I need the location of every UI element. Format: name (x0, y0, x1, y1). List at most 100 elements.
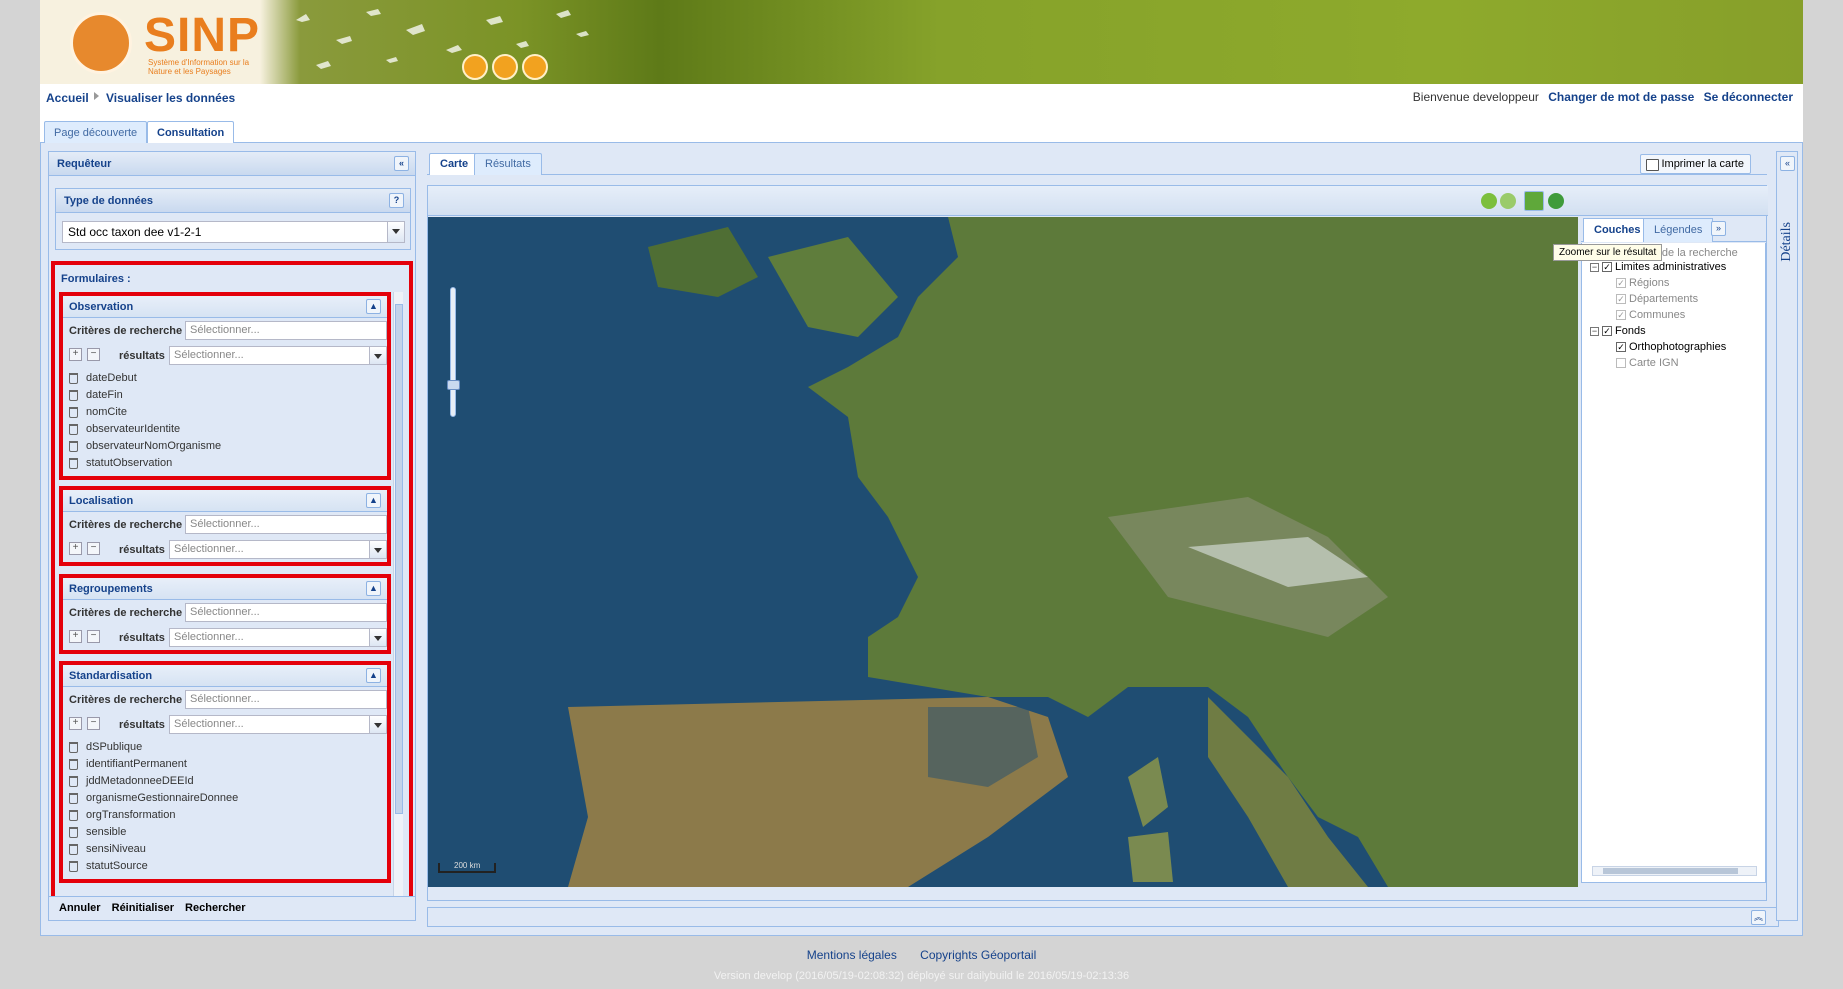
minus-icon[interactable]: − (87, 348, 100, 361)
chevron-down-icon[interactable] (369, 629, 386, 646)
zoom-result-icon[interactable] (1548, 193, 1564, 209)
trash-icon[interactable] (69, 827, 78, 838)
results-select[interactable]: Sélectionner... (169, 540, 387, 559)
reset-button[interactable]: Réinitialiser (112, 902, 174, 914)
minus-icon[interactable]: − (87, 542, 100, 555)
checkbox-communes[interactable]: ✓ (1616, 310, 1626, 320)
criteria-input[interactable]: Sélectionner... (185, 690, 387, 709)
breadcrumb-current[interactable]: Visualiser les données (106, 91, 235, 105)
help-icon[interactable]: ? (389, 193, 404, 208)
search-button[interactable]: Rechercher (185, 902, 246, 914)
list-item: dSPublique (69, 739, 387, 756)
collapse-node-icon[interactable]: − (1590, 263, 1599, 272)
trash-icon[interactable] (69, 793, 78, 804)
plus-icon[interactable]: + (69, 348, 82, 361)
criteria-input[interactable]: Sélectionner... (185, 603, 387, 622)
results-placeholder: Sélectionner... (174, 631, 244, 643)
chevron-down-icon[interactable] (387, 222, 404, 242)
tab-couches[interactable]: Couches (1583, 218, 1652, 242)
print-map-button[interactable]: Imprimer la carte (1640, 154, 1751, 174)
layer-carte-ign[interactable]: Carte IGN (1629, 355, 1679, 371)
plus-icon[interactable]: + (69, 630, 82, 643)
plus-icon[interactable]: + (69, 717, 82, 730)
data-type-select[interactable]: Std occ taxon dee v1-2-1 (62, 221, 405, 243)
results-select[interactable]: Sélectionner... (169, 715, 387, 734)
collapse-right-icon[interactable]: » (1711, 221, 1726, 236)
layer-departements[interactable]: Départements (1629, 291, 1698, 307)
checkbox-departements[interactable]: ✓ (1616, 294, 1626, 304)
checkbox-limites[interactable]: ✓ (1602, 262, 1612, 272)
cancel-button[interactable]: Annuler (59, 902, 101, 914)
collapse-details-icon[interactable]: « (1780, 156, 1795, 171)
plus-icon[interactable]: + (69, 542, 82, 555)
welcome-text: Bienvenue developpeur (1412, 90, 1539, 104)
sinp-logo[interactable]: SINP Système d'Information sur la Nature… (48, 2, 276, 82)
chevron-down-icon[interactable] (369, 541, 386, 558)
trash-icon[interactable] (69, 424, 78, 435)
checkbox-regions[interactable]: ✓ (1616, 278, 1626, 288)
tab-resultats[interactable]: Résultats (474, 153, 542, 175)
trash-icon[interactable] (69, 776, 78, 787)
layer-label: Orthophotographies (1629, 341, 1727, 353)
criteria-input[interactable]: Sélectionner... (185, 321, 387, 340)
criteria-input[interactable]: Sélectionner... (185, 515, 387, 534)
zoom-extent-icon[interactable] (1524, 191, 1544, 211)
change-password-link[interactable]: Changer de mot de passe (1548, 90, 1694, 104)
fieldset-localisation: Localisation ▲ Critères de recherche Sél… (59, 486, 391, 566)
layer-limites[interactable]: Limites administratives (1615, 259, 1726, 275)
details-panel[interactable]: « Détails (1776, 151, 1798, 921)
trash-icon[interactable] (69, 844, 78, 855)
trash-icon[interactable] (69, 742, 78, 753)
layer-fonds[interactable]: Fonds (1615, 323, 1646, 339)
trash-icon[interactable] (69, 373, 78, 384)
minus-icon[interactable]: − (87, 717, 100, 730)
zoom-slider-handle[interactable] (447, 380, 460, 390)
list-item: nomCite (69, 404, 387, 421)
chevron-down-icon[interactable] (369, 716, 386, 733)
breadcrumb-home-link[interactable]: Accueil (46, 91, 89, 105)
legal-link[interactable]: Mentions légales (807, 948, 897, 962)
forms-scrollbar[interactable] (393, 292, 403, 896)
collapse-fieldset-icon[interactable]: ▲ (366, 299, 381, 314)
trash-icon[interactable] (69, 458, 78, 469)
tab-page-decouverte[interactable]: Page découverte (44, 121, 148, 143)
tab-carte[interactable]: Carte (429, 153, 480, 175)
trash-icon[interactable] (69, 441, 78, 452)
redo-icon[interactable] (1500, 193, 1516, 209)
results-select[interactable]: Sélectionner... (169, 628, 387, 647)
logout-link[interactable]: Se déconnecter (1704, 90, 1793, 104)
tab-legendes[interactable]: Légendes (1643, 218, 1714, 242)
satellite-map[interactable]: 200 km (428, 217, 1578, 887)
expand-up-icon[interactable]: ︽ (1751, 910, 1766, 925)
criteria-row: Critères de recherche Sélectionner... (63, 600, 387, 625)
collapse-fieldset-icon[interactable]: ▲ (366, 493, 381, 508)
copyright-link[interactable]: Copyrights Géoportail (920, 948, 1036, 962)
layer-communes[interactable]: Communes (1629, 307, 1685, 323)
layer-orthophotographies[interactable]: Orthophotographies (1629, 339, 1726, 355)
checkbox-carte-ign[interactable] (1616, 358, 1626, 368)
trash-icon[interactable] (69, 390, 78, 401)
layers-scrollbar-thumb[interactable] (1603, 868, 1738, 874)
trash-icon[interactable] (69, 759, 78, 770)
layers-scrollbar[interactable] (1592, 866, 1757, 876)
tab-consultation[interactable]: Consultation (147, 121, 235, 144)
trash-icon[interactable] (69, 407, 78, 418)
checkbox-orthophotographies[interactable]: ✓ (1616, 342, 1626, 352)
undo-icon[interactable] (1481, 193, 1497, 209)
chevron-down-icon[interactable] (369, 347, 386, 364)
collapse-fieldset-icon[interactable]: ▲ (366, 581, 381, 596)
checkbox-fonds[interactable]: ✓ (1602, 326, 1612, 336)
collapse-left-icon[interactable]: « (394, 156, 409, 171)
user-area: Bienvenue developpeur Changer de mot de … (1413, 90, 1793, 104)
field-name: nomCite (86, 406, 127, 418)
layer-regions[interactable]: Régions (1629, 275, 1669, 291)
trash-icon[interactable] (69, 810, 78, 821)
trash-icon[interactable] (69, 861, 78, 872)
collapse-node-icon[interactable]: − (1590, 327, 1599, 336)
zoom-slider[interactable] (450, 287, 456, 417)
forms-scrollbar-thumb[interactable] (395, 304, 403, 814)
results-select[interactable]: Sélectionner... (169, 346, 387, 365)
collapse-fieldset-icon[interactable]: ▲ (366, 668, 381, 683)
zoom-result-tooltip: Zoomer sur le résultat (1553, 244, 1663, 261)
minus-icon[interactable]: − (87, 630, 100, 643)
